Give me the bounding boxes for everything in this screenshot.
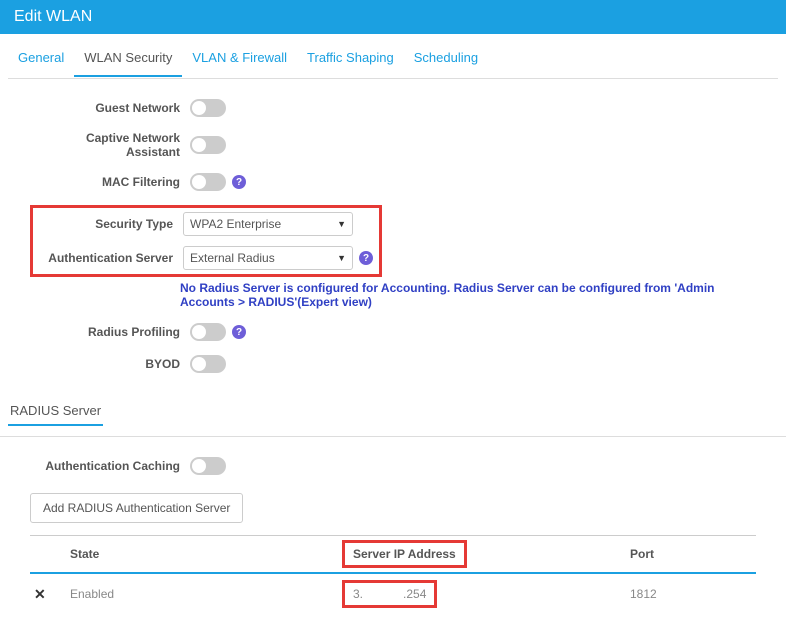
guest-network-toggle[interactable] <box>190 99 226 117</box>
auth-server-select[interactable]: External Radius ▼ <box>183 246 353 270</box>
help-icon[interactable]: ? <box>232 175 246 189</box>
auth-caching-toggle[interactable] <box>190 457 226 475</box>
mac-filtering-label: MAC Filtering <box>30 175 190 189</box>
ip-mask <box>363 587 403 601</box>
tab-scheduling[interactable]: Scheduling <box>404 44 488 77</box>
security-type-value: WPA2 Enterprise <box>190 217 281 231</box>
help-icon[interactable]: ? <box>232 325 246 339</box>
radius-profiling-label: Radius Profiling <box>30 325 190 339</box>
main-tabs: General WLAN Security VLAN & Firewall Tr… <box>0 34 786 78</box>
radius-profiling-toggle[interactable] <box>190 323 226 341</box>
radius-section: Authentication Caching Add RADIUS Authen… <box>0 437 786 624</box>
guest-network-label: Guest Network <box>30 101 190 115</box>
subtab-row: RADIUS Server <box>0 397 786 426</box>
tab-traffic-shaping[interactable]: Traffic Shaping <box>297 44 404 77</box>
col-port-header: Port <box>620 536 756 574</box>
radius-server-table: State Server IP Address Port ✕ Enabled 3… <box>30 535 756 614</box>
byod-label: BYOD <box>30 357 190 371</box>
auth-server-label: Authentication Server <box>39 251 183 265</box>
caret-down-icon: ▼ <box>337 219 346 229</box>
auth-caching-label: Authentication Caching <box>30 459 190 473</box>
page-title: Edit WLAN <box>14 8 92 25</box>
radius-warning: No Radius Server is configured for Accou… <box>30 277 756 323</box>
col-action <box>30 536 60 574</box>
captive-assistant-label: Captive Network Assistant <box>30 131 190 159</box>
ip-cell-highlight: 3. .254 <box>342 580 437 608</box>
caret-down-icon: ▼ <box>337 253 346 263</box>
page-header: Edit WLAN <box>0 0 786 34</box>
cell-port: 1812 <box>620 573 756 614</box>
table-row: ✕ Enabled 3. .254 1812 <box>30 573 756 614</box>
security-highlight-box: Security Type WPA2 Enterprise ▼ Authenti… <box>30 205 382 277</box>
tab-wlan-security[interactable]: WLAN Security <box>74 44 182 77</box>
security-type-label: Security Type <box>39 217 183 231</box>
ip-post: .254 <box>403 587 426 601</box>
subtab-radius-server[interactable]: RADIUS Server <box>8 397 103 426</box>
ip-pre: 3. <box>353 587 363 601</box>
byod-toggle[interactable] <box>190 355 226 373</box>
ip-header-highlight: Server IP Address <box>342 540 467 568</box>
auth-server-value: External Radius <box>190 251 275 265</box>
help-icon[interactable]: ? <box>359 251 373 265</box>
tab-vlan-firewall[interactable]: VLAN & Firewall <box>182 44 297 77</box>
cell-state: Enabled <box>60 573 340 614</box>
cell-ip: 3. .254 <box>340 573 620 614</box>
tab-general[interactable]: General <box>8 44 74 77</box>
security-type-select[interactable]: WPA2 Enterprise ▼ <box>183 212 353 236</box>
col-state-header: State <box>60 536 340 574</box>
col-ip-header: Server IP Address <box>340 536 620 574</box>
add-radius-server-button[interactable]: Add RADIUS Authentication Server <box>30 493 243 523</box>
delete-row-icon[interactable]: ✕ <box>34 586 46 602</box>
captive-assistant-toggle[interactable] <box>190 136 226 154</box>
form-area: Guest Network Captive Network Assistant … <box>0 79 786 397</box>
mac-filtering-toggle[interactable] <box>190 173 226 191</box>
